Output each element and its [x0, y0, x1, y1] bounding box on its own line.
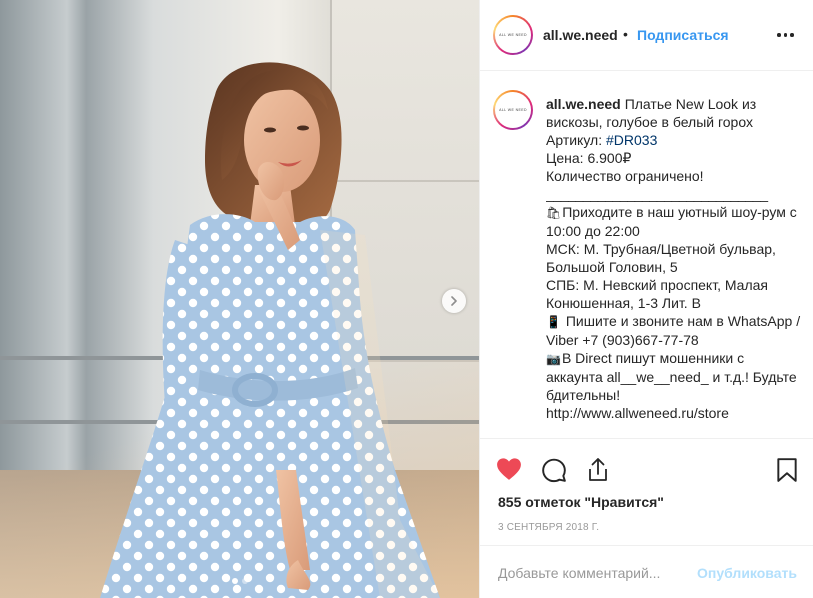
caption-showroom: Приходите в наш уютный шоу-рум с 10:00 д…: [546, 204, 797, 239]
more-options-icon: [777, 33, 781, 37]
save-button[interactable]: [776, 457, 798, 488]
more-options-icon: [783, 33, 787, 37]
phone-icon: 📱: [546, 315, 561, 329]
header-separator: •: [623, 26, 628, 42]
caption-quantity: Количество ограничено!: [546, 168, 704, 184]
comments-area[interactable]: ALL WE NEED all.we.need Платье New Look и…: [480, 72, 813, 438]
caption-warning: В Direct пишут мошенники с аккаунта all_…: [546, 350, 797, 403]
more-options-icon: [790, 33, 794, 37]
avatar[interactable]: ALL WE NEED: [493, 15, 533, 55]
add-comment-section: Опубликовать: [480, 545, 813, 598]
publish-button[interactable]: Опубликовать: [697, 565, 797, 581]
post-caption: all.we.need Платье New Look из вискозы, г…: [546, 95, 804, 422]
carousel-indicator: [0, 578, 479, 584]
caption-msk-address: МСК: М. Трубная/Цветной бульвар, Большой…: [546, 241, 776, 275]
bookmark-icon: [777, 458, 797, 482]
likes-count[interactable]: 855 отметок "Нравится": [498, 494, 664, 510]
carousel-dot-active: [231, 578, 238, 584]
caption-price: Цена: 6.900₽: [546, 150, 632, 166]
carousel-next-button[interactable]: [442, 289, 466, 313]
caption-url[interactable]: http://www.allweneed.ru/store: [546, 404, 804, 422]
carousel-dot: [241, 578, 248, 584]
more-options-button[interactable]: [777, 30, 797, 40]
comment-input[interactable]: [498, 562, 678, 584]
caption-spb-address: СПБ: М. Невский проспект, Малая Конюшенн…: [546, 277, 768, 311]
follow-button[interactable]: Подписаться: [637, 27, 729, 43]
header-username[interactable]: all.we.need: [543, 27, 618, 43]
avatar-logo-text: ALL WE NEED: [495, 92, 531, 128]
post-photo[interactable]: [0, 0, 479, 598]
avatar-logo-text: ALL WE NEED: [495, 17, 531, 53]
chevron-right-icon: [451, 296, 457, 306]
like-button[interactable]: [496, 457, 522, 486]
share-button[interactable]: [586, 457, 610, 488]
comment-button[interactable]: [541, 457, 567, 488]
post-date[interactable]: 3 сентября 2018 г.: [498, 522, 599, 533]
caption-sku-label: Артикул:: [546, 132, 606, 148]
caption-avatar[interactable]: ALL WE NEED: [493, 90, 533, 130]
post-side-panel: ALL WE NEED all.we.need • Подписаться AL…: [479, 0, 813, 598]
hashtag-link[interactable]: #DR033: [606, 132, 657, 148]
warning-camera-icon: 📷: [546, 352, 561, 366]
woman-figure: [100, 62, 440, 598]
caption-contact: Пишите и звоните нам в WhatsApp / Viber …: [546, 313, 801, 348]
post-header: ALL WE NEED all.we.need • Подписаться: [480, 0, 813, 71]
share-icon: [589, 458, 607, 481]
caption-divider: ______________________________: [546, 186, 768, 202]
comment-icon: [542, 458, 566, 483]
heart-filled-icon: [497, 458, 521, 480]
shopping-bags-icon: 🛍: [546, 206, 562, 220]
caption-username[interactable]: all.we.need: [546, 96, 621, 112]
